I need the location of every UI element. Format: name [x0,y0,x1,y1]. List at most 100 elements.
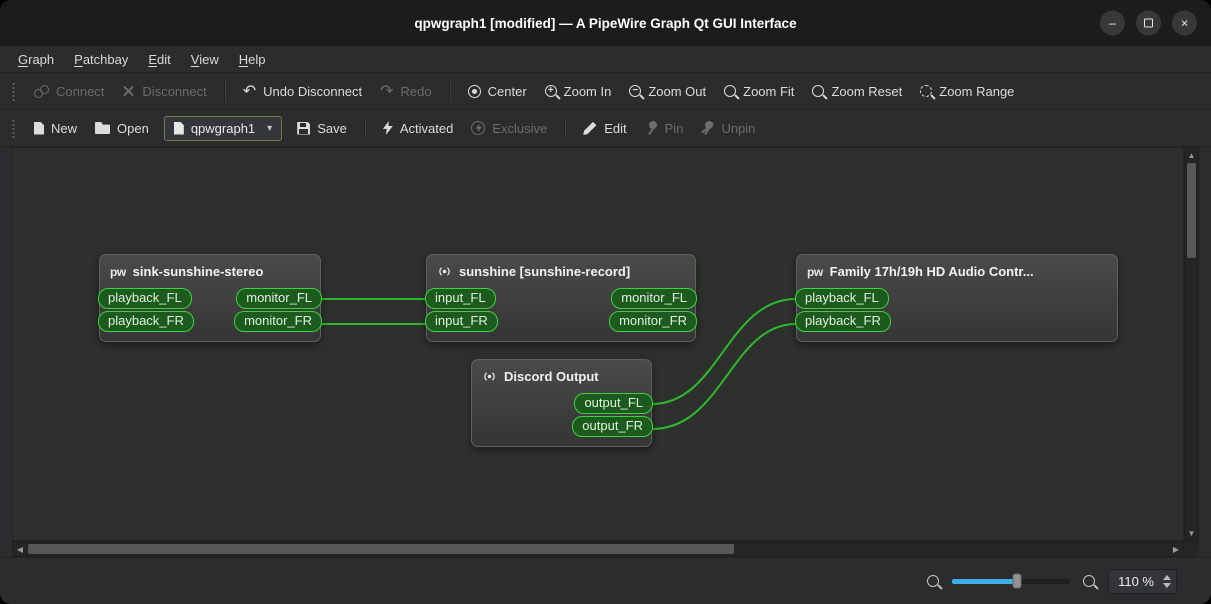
connect-icon [34,84,49,98]
zoom-spinbox[interactable]: 110 % [1108,568,1177,594]
port-monitor-fr[interactable]: monitor_FR [234,311,322,332]
port-output-fr[interactable]: output_FR [572,416,653,437]
pin-label: Pin [664,120,684,136]
zoom-slider[interactable] [952,573,1071,589]
scroll-right-arrow[interactable]: ▶ [1169,542,1183,556]
port-playback-fr[interactable]: playback_FR [98,311,194,332]
zoom-out-button[interactable]: − Zoom Out [620,78,715,105]
zoom-fit-icon [724,85,737,97]
toolbar-separator [223,80,226,102]
spin-down-arrow[interactable] [1163,582,1171,588]
unpin-label: Unpin [721,120,756,136]
save-label: Save [317,120,347,136]
menu-help[interactable]: Help [229,46,276,72]
pin-button: Pin [636,115,693,142]
activated-toggle[interactable]: Activated [374,115,462,142]
close-icon: × [1180,15,1189,31]
undo-disconnect-button[interactable]: ↶ Undo Disconnect [234,78,371,105]
port-input-fr[interactable]: input_FR [425,311,498,332]
patchbay-file-icon [173,121,184,135]
patchbay-select[interactable]: qpwgraph1 ▾ [163,115,283,141]
node-family-hd-audio-controller[interactable]: pw Family 17h/19h HD Audio Contr... play… [795,254,1118,342]
zoom-reset-button[interactable]: Zoom Reset [803,78,911,105]
window-controls: – × [1100,10,1197,36]
pin-icon [645,121,658,135]
unpin-icon [701,121,715,135]
unpin-button: Unpin [692,115,764,142]
connection-wires [320,298,797,430]
zoom-out-indicator-icon [927,575,940,587]
exclusive-label: Exclusive [492,120,548,136]
zoom-value: 110 % [1118,573,1154,589]
menu-graph[interactable]: Graph [8,46,64,72]
vertical-scrollbar[interactable]: ▲ ▼ [1184,147,1199,541]
toolbar-separator [564,117,567,139]
graph-toolbar: Connect Disconnect ↶ Undo Disconnect ↷ R… [0,73,1211,110]
pipewire-icon: pw [807,264,823,279]
menu-edit[interactable]: Edit [138,46,180,72]
zoom-in-indicator-icon [1083,575,1096,587]
chevron-down-icon: ▾ [267,122,273,134]
toolbar-drag-handle[interactable] [11,81,16,101]
qpwgraph-window: qpwgraph1 [modified] — A PipeWire Graph … [0,0,1211,604]
maximize-button[interactable] [1136,10,1161,36]
zoom-reset-label: Zoom Reset [831,83,903,99]
activated-label: Activated [399,120,454,136]
zoom-in-button[interactable]: + Zoom In [536,78,621,105]
edit-toggle[interactable]: Edit [574,115,635,142]
zoom-in-icon: + [544,85,557,97]
open-patchbay-button[interactable]: Open [86,115,158,142]
node-discord-output[interactable]: Discord Output output_FL output_FR [471,359,653,447]
menu-patchbay[interactable]: Patchbay [64,46,138,72]
horizontal-scrollbar-handle[interactable] [28,544,734,554]
undo-disconnect-label: Undo Disconnect [263,83,363,99]
new-patchbay-button[interactable]: New [25,115,86,142]
horizontal-scrollbar[interactable]: ◀ ▶ [12,541,1184,557]
port-output-fl[interactable]: output_FL [574,393,653,414]
vertical-scrollbar-handle[interactable] [1187,163,1196,258]
spinbox-arrows [1163,574,1171,588]
zoom-fit-label: Zoom Fit [743,83,795,99]
node-sink-sunshine-stereo[interactable]: pw sink-sunshine-stereo playback_FL moni… [98,254,322,342]
scroll-up-arrow[interactable]: ▲ [1185,148,1198,162]
port-input-fl[interactable]: input_FL [425,288,496,309]
graph-canvas[interactable]: pw sink-sunshine-stereo playback_FL moni… [12,147,1184,541]
new-file-icon [34,121,44,135]
toolbar-separator [448,80,451,102]
zoom-slider-handle[interactable] [1012,573,1022,589]
center-icon [467,84,481,98]
minimize-button[interactable]: – [1100,10,1125,36]
patchbay-select-value: qpwgraph1 [190,120,256,136]
canvas-area: pw sink-sunshine-stereo playback_FL moni… [12,147,1199,557]
open-label: Open [117,120,149,136]
minimize-icon: – [1108,15,1117,31]
port-monitor-fl[interactable]: monitor_FL [236,288,322,309]
port-playback-fl[interactable]: playback_FL [795,288,889,309]
zoom-reset-icon [812,85,825,97]
port-monitor-fl[interactable]: monitor_FL [611,288,697,309]
scroll-down-arrow[interactable]: ▼ [1185,526,1198,540]
zoom-range-button[interactable]: Zoom Range [911,78,1023,105]
node-sunshine[interactable]: sunshine [sunshine-record] input_FL moni… [425,254,697,342]
scrollbar-corner [1184,541,1199,557]
port-playback-fl[interactable]: playback_FL [98,288,192,309]
close-button[interactable]: × [1172,10,1197,36]
spin-up-arrow[interactable] [1163,574,1171,580]
port-playback-fr[interactable]: playback_FR [795,311,891,332]
connect-label: Connect [56,83,105,99]
toolbar-drag-handle[interactable] [11,118,16,138]
node-title: Family 17h/19h HD Audio Contr... [829,264,1034,279]
zoom-range-icon [920,85,933,97]
center-button[interactable]: Center [459,78,536,105]
port-monitor-fr[interactable]: monitor_FR [609,311,697,332]
node-header: pw Family 17h/19h HD Audio Contr... [797,255,1117,286]
window-title: qpwgraph1 [modified] — A PipeWire Graph … [414,15,797,31]
connect-button: Connect [25,78,113,105]
maximize-icon [1144,18,1153,28]
zoom-out-label: Zoom Out [648,83,707,99]
zoom-fit-button[interactable]: Zoom Fit [715,78,803,105]
save-patchbay-button[interactable]: Save [288,115,356,142]
scroll-left-arrow[interactable]: ◀ [13,542,27,556]
menu-view[interactable]: View [181,46,229,72]
titlebar[interactable]: qpwgraph1 [modified] — A PipeWire Graph … [0,0,1211,46]
